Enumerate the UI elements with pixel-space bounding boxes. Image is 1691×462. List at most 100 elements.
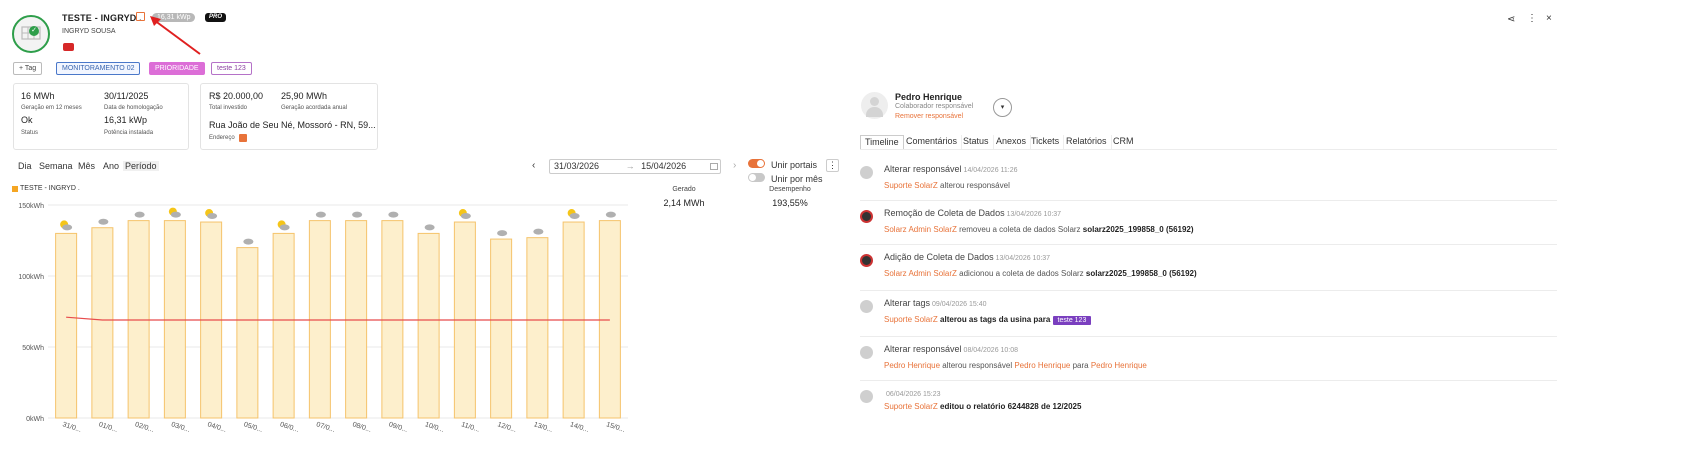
tab-comentarios[interactable]: Comentários (902, 135, 963, 149)
timeline-text: removeu a coleta de dados Solarz (956, 225, 1083, 234)
chart-bar (236, 247, 259, 419)
timeline-text: solarz2025_199858_0 (56192) (1085, 269, 1197, 278)
y-tick-label: 50kWh (22, 345, 44, 352)
cloud-icon (533, 228, 544, 235)
summary-card-right: R$ 20.000,00 Total investido 25,90 MWh G… (200, 83, 378, 150)
timeline-user-link[interactable]: Pedro Henrique (1091, 361, 1147, 370)
toggle-unir-por-mes-label: Unir por mês (771, 174, 823, 184)
add-tag-button[interactable]: + Tag (13, 62, 43, 75)
tab-anexos[interactable]: Anexos (992, 135, 1032, 149)
period-tab-dia[interactable]: Dia (16, 161, 34, 171)
timeline-date: 08/04/2026 10:08 (963, 347, 1019, 354)
responsible-dropdown-icon[interactable]: ▾ (993, 98, 1012, 117)
date-range-input[interactable]: 31/03/2026 → 15/04/2026 (549, 159, 721, 174)
timeline-date: 09/04/2026 15:40 (932, 301, 987, 308)
timeline-divider (860, 244, 1557, 245)
timeline-header: 06/04/2026 15:23 (884, 388, 941, 398)
x-tick-label: 08/0... (352, 421, 373, 434)
cloud-icon (62, 224, 73, 231)
stat-gerado-header: Gerado (672, 186, 696, 193)
timeline-user-icon (860, 210, 873, 223)
calendar-icon[interactable] (710, 163, 718, 170)
legend-swatch (12, 186, 18, 192)
toggle-unir-portais-label: Unir portais (771, 160, 818, 170)
timeline-user-link[interactable]: Solarz Admin SolarZ (884, 269, 957, 278)
x-tick-label: 02/0... (134, 421, 155, 434)
period-tab-mes[interactable]: Mês (76, 161, 97, 171)
date-start: 31/03/2026 (554, 161, 600, 171)
toggle-unir-portais[interactable] (748, 159, 765, 168)
status-label: Status (21, 130, 39, 136)
avatar (861, 92, 888, 119)
date-end: 15/04/2026 (641, 161, 687, 171)
cloud-icon (243, 238, 254, 245)
chart-options-icon[interactable]: ⋮ (826, 159, 839, 172)
generation-value: 16 MWh (21, 91, 55, 101)
homologation-value: 30/11/2025 (104, 91, 149, 101)
timeline-date: 06/04/2026 15:23 (886, 391, 941, 398)
tag-prioridade[interactable]: PRIORIDADE (149, 62, 205, 75)
timeline-user-icon (860, 166, 873, 179)
chart-bar (381, 220, 404, 419)
next-period-icon[interactable]: › (733, 160, 736, 171)
plant-title: TESTE - INGRYD . (62, 13, 142, 23)
x-tick-label: 15/0... (605, 421, 626, 434)
cloud-icon (605, 211, 616, 218)
timeline-date: 13/04/2026 10:37 (1006, 211, 1062, 218)
timeline-user-icon (860, 346, 873, 359)
timeline-user-link[interactable]: Suporte SolarZ (884, 181, 938, 190)
tab-tickets[interactable]: Tickets (1027, 135, 1065, 149)
status-value: Ok (21, 115, 33, 125)
tab-status[interactable]: Status (959, 135, 994, 149)
x-tick-label: 01/0... (98, 421, 119, 434)
generation-chart: 150kWh 100kWh 50kWh 0kWh 31/0... 01/0... 02/0.… (18, 203, 628, 434)
timeline-user-link[interactable]: Solarz Admin SolarZ (884, 225, 957, 234)
timeline-user-link[interactable]: Suporte SolarZ (884, 315, 938, 324)
cloud-icon (569, 213, 580, 220)
edit-icon[interactable] (136, 12, 145, 21)
more-icon[interactable]: ⋮ (1527, 13, 1537, 24)
record-icon[interactable] (63, 43, 74, 51)
chart-bar (417, 232, 440, 419)
chart-bar (91, 227, 114, 419)
timeline-user-link[interactable]: Suporte SolarZ (884, 402, 938, 411)
x-tick-label: 14/0... (569, 421, 590, 434)
tag-monitoramento[interactable]: MONITORAMENTO 02 (56, 62, 141, 75)
timeline-user-link[interactable]: Pedro Henrique (1014, 361, 1070, 370)
tab-crm[interactable]: CRM (1109, 135, 1138, 149)
timeline-user-link[interactable]: Pedro Henrique (884, 361, 940, 370)
cloud-icon (315, 211, 326, 218)
period-tab-semana[interactable]: Semana (37, 161, 75, 171)
toggle-unir-por-mes[interactable] (748, 173, 765, 182)
pro-badge: PRO (205, 13, 227, 22)
timeline-text: solarz2025_199858_0 (56192) (1082, 225, 1194, 234)
period-tab-ano[interactable]: Ano (101, 161, 121, 171)
timeline-header: Alterar responsável 14/04/2026 11:26 (884, 164, 1018, 174)
tag-teste-123[interactable]: teste 123 (211, 62, 252, 75)
tab-relatorios[interactable]: Relatórios (1062, 135, 1112, 149)
remove-responsible-link[interactable]: Remover responsável (895, 113, 963, 120)
status-ok-icon: ✓ (29, 26, 39, 36)
chart-bar (163, 220, 186, 419)
tab-timeline[interactable]: Timeline (860, 135, 904, 149)
power-label: Potência instalada (104, 130, 154, 136)
close-icon[interactable]: × (1546, 13, 1552, 24)
prev-period-icon[interactable]: ‹ (532, 160, 535, 171)
cloud-icon (207, 213, 218, 220)
owner-name: INGRYD SOUSA (62, 28, 116, 35)
share-icon[interactable]: ⋖ (1507, 14, 1515, 25)
x-tick-label: 04/0... (207, 421, 228, 434)
timeline-description: Solarz Admin SolarZ removeu a coleta de … (884, 225, 1194, 234)
investment-label: Total investido (209, 105, 248, 111)
cloud-icon (134, 211, 145, 218)
timeline-description: Suporte SolarZ alterou as tags da usina … (884, 315, 1092, 325)
x-tick-label: 12/0... (497, 421, 518, 434)
x-tick-label: 07/0... (315, 421, 336, 434)
map-icon[interactable] (239, 134, 247, 142)
timeline-header: Remoção de Coleta de Dados 13/04/2026 10:… (884, 208, 1061, 218)
cloud-icon (98, 218, 109, 225)
period-tab-periodo[interactable]: Período (123, 161, 159, 171)
legend-label[interactable]: TESTE - INGRYD . (20, 185, 80, 192)
x-tick-label: 05/0... (243, 421, 264, 434)
timeline-description: Suporte SolarZ alterou responsável (884, 181, 1010, 190)
